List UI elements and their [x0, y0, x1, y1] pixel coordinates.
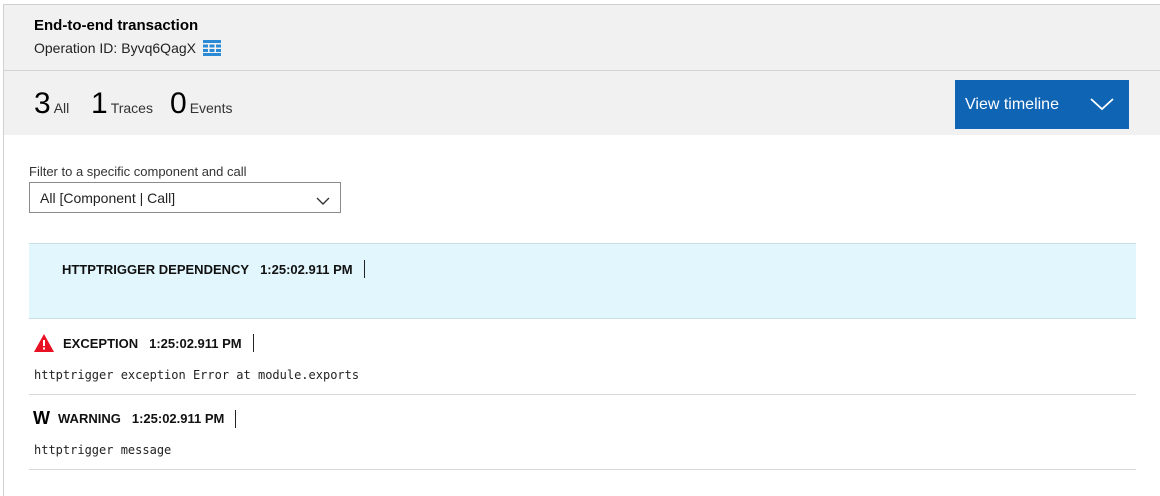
row-message: httptrigger exception Error at module.ex…: [34, 368, 360, 382]
warning-triangle-icon: [33, 333, 55, 353]
grid-icon[interactable]: [202, 40, 221, 56]
row-header: HTTPTRIGGER DEPENDENCY 1:25:02.911 PM: [62, 260, 365, 278]
count-traces-value: 1: [91, 87, 108, 120]
operation-id-value: Byvq6QagX: [121, 40, 196, 56]
count-all-value: 3: [34, 87, 51, 120]
row-divider: [252, 334, 254, 352]
filter-selected-value: All [Component | Call]: [40, 189, 176, 206]
transaction-row-dependency[interactable]: HTTPTRIGGER DEPENDENCY 1:25:02.911 PM: [29, 243, 1136, 319]
count-all-label: All: [53, 100, 70, 116]
row-type: HTTPTRIGGER DEPENDENCY: [62, 261, 250, 277]
transaction-panel: End-to-end transaction Operation ID: Byv…: [3, 4, 1160, 496]
page-title: End-to-end transaction: [34, 17, 199, 34]
row-header: W WARNING 1:25:02.911 PM: [33, 408, 237, 429]
row-time: 1:25:02.911 PM: [260, 261, 353, 277]
row-time: 1:25:02.911 PM: [131, 411, 225, 426]
count-events-value: 0: [170, 87, 187, 120]
filter-label: Filter to a specific component and call: [29, 164, 247, 179]
chevron-down-icon: [1089, 96, 1115, 112]
row-divider: [363, 260, 365, 278]
row-time: 1:25:02.911 PM: [149, 335, 242, 351]
count-traces-label: Traces: [110, 100, 153, 116]
summary-bar: 3 All 1 Traces 0 Events View timeline: [4, 71, 1160, 135]
warning-badge: W: [33, 408, 50, 428]
panel-header: End-to-end transaction Operation ID: Byv…: [4, 5, 1160, 71]
view-timeline-label: View timeline: [965, 95, 1059, 113]
row-divider: [235, 409, 237, 428]
row-type: WARNING: [58, 411, 121, 426]
count-all[interactable]: 3 All: [34, 87, 69, 121]
component-filter-dropdown[interactable]: All [Component | Call]: [29, 182, 341, 213]
chevron-down-icon: [316, 193, 330, 205]
count-events-label: Events: [189, 100, 233, 116]
count-events[interactable]: 0 Events: [170, 87, 233, 121]
row-message: httptrigger message: [34, 443, 172, 457]
transaction-row-warning[interactable]: W WARNING 1:25:02.911 PM httptrigger mes…: [29, 395, 1136, 470]
row-type: EXCEPTION: [63, 335, 139, 351]
operation-id-line: Operation ID: Byvq6QagX: [34, 40, 221, 56]
row-header: EXCEPTION 1:25:02.911 PM: [33, 333, 254, 353]
view-timeline-button[interactable]: View timeline: [955, 80, 1129, 129]
count-traces[interactable]: 1 Traces: [91, 87, 153, 121]
operation-id-label: Operation ID:: [34, 40, 118, 56]
transaction-row-exception[interactable]: EXCEPTION 1:25:02.911 PM httptrigger exc…: [29, 319, 1136, 395]
